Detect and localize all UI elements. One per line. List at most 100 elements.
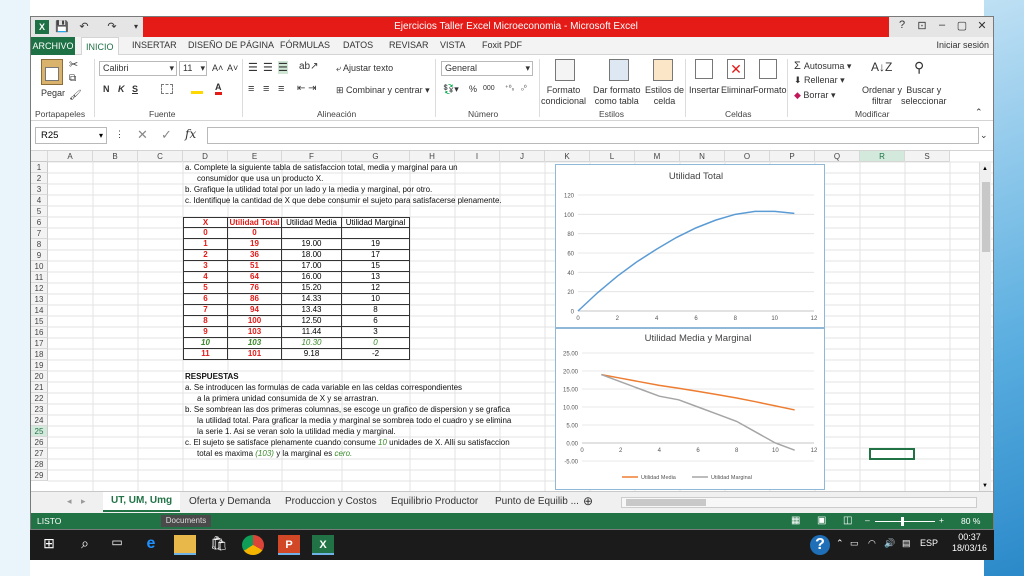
align-middle-icon[interactable]: ☰ [263, 61, 273, 74]
format-as-table-button[interactable]: Dar formato como tabla [593, 85, 641, 107]
clear-button[interactable]: ◆ Borrar ▾ [794, 90, 835, 101]
format-cells-button[interactable]: Formato [753, 85, 787, 95]
decrease-decimal-icon[interactable]: ₀⁰ [521, 84, 527, 92]
font-color-icon[interactable]: A [215, 82, 222, 95]
percent-button[interactable]: % [469, 84, 477, 94]
file-explorer-icon[interactable] [174, 535, 196, 555]
sheet-tab[interactable]: Oferta y Demanda [189, 496, 271, 507]
wrap-text-button[interactable]: ⤶ Ajustar texto [336, 63, 393, 74]
fill-button[interactable]: ⬇ Rellenar ▾ [794, 75, 845, 86]
volume-icon[interactable]: 🔊 [884, 538, 895, 549]
binoculars-icon[interactable]: ⚲ [914, 59, 924, 76]
format-painter-icon[interactable]: 🖌 [69, 90, 82, 101]
borders-icon[interactable] [161, 84, 173, 94]
tab-foxit-pdf[interactable]: Foxit PDF [482, 40, 522, 50]
sheet-tab[interactable]: Equilibrio Productor [391, 496, 478, 507]
chrome-icon[interactable] [242, 535, 264, 555]
task-view-icon[interactable]: ▭ [106, 535, 128, 555]
page-break-view-icon[interactable]: ◫ [843, 515, 852, 526]
wifi-icon[interactable]: ◠ [868, 538, 876, 549]
sheet-nav-prev[interactable]: ◂ [67, 496, 72, 507]
new-sheet-button[interactable]: ⊕ [583, 494, 593, 508]
vertical-scrollbar[interactable]: ▲ ▼ [979, 162, 991, 491]
tab-view[interactable]: VISTA [440, 40, 465, 50]
format-cells-icon[interactable] [759, 59, 777, 79]
collapse-ribbon-icon[interactable]: ⌃ [975, 107, 983, 118]
sheet-nav-next[interactable]: ▸ [81, 496, 86, 507]
cell-styles-button[interactable]: Estilos de celda [645, 85, 684, 107]
zoom-slider[interactable] [875, 521, 935, 522]
zoom-out-button[interactable]: – [865, 515, 870, 525]
redo-icon[interactable]: ↷ [105, 20, 119, 34]
scroll-up-icon[interactable]: ▲ [982, 166, 988, 172]
save-icon[interactable]: 💾 [55, 20, 69, 34]
windows-start-icon[interactable]: ⊞ [38, 535, 60, 555]
currency-icon[interactable]: 💱▾ [443, 84, 459, 95]
font-size-select[interactable]: 11 ▾ [179, 61, 207, 76]
notification-icon[interactable]: ▤ [902, 538, 911, 549]
insert-function-icon[interactable]: fx [185, 127, 196, 141]
h-scroll-thumb[interactable] [626, 499, 706, 506]
maximize-button[interactable]: ▢ [953, 19, 971, 32]
clock[interactable]: 00:37 18/03/16 [952, 532, 987, 554]
paste-icon[interactable] [41, 59, 63, 85]
align-bottom-icon[interactable]: ☰ [278, 61, 288, 74]
zoom-slider-thumb[interactable] [901, 517, 904, 526]
align-top-icon[interactable]: ☰ [248, 61, 258, 74]
tab-formulas[interactable]: FÓRMULAS [280, 40, 330, 50]
conditional-format-button[interactable]: Formato condicional [541, 85, 586, 107]
language-indicator[interactable]: ESP [920, 538, 938, 548]
tab-file[interactable]: ARCHIVO [31, 37, 75, 55]
tab-home[interactable]: INICIO [81, 37, 119, 56]
sheet-tab[interactable]: Produccion y Costos [285, 496, 377, 507]
sort-filter-button[interactable]: Ordenar y filtrar [862, 85, 902, 107]
align-left-icon[interactable]: ≡ [248, 83, 254, 95]
cancel-icon[interactable]: ✕ [137, 127, 148, 143]
bold-button[interactable]: N [103, 84, 110, 94]
edge-icon[interactable]: e [140, 535, 162, 555]
minimize-button[interactable]: – [933, 19, 951, 31]
worksheet-grid[interactable]: ABCDEFGHIJKLMNOPQRS 1 2 3 4 5 6 7 8 9 10 11 12 13 14 1… [31, 151, 993, 491]
tray-chevron-icon[interactable]: ⌃ [836, 538, 844, 549]
underline-button[interactable]: S [132, 84, 138, 94]
paste-button[interactable]: Pegar [41, 88, 65, 98]
utilidad-total-chart[interactable]: Utilidad Total 0 20 40 60 80 100 120 0 2 4 6 8 10 12 [555, 164, 825, 328]
excel-taskbar-icon[interactable]: X [312, 535, 334, 555]
increase-decimal-icon[interactable]: ⁺⁰₀ [505, 84, 514, 92]
customize-qat-icon[interactable]: ▾ [129, 20, 143, 34]
network-icon[interactable]: ▭ [850, 538, 859, 549]
find-select-button[interactable]: Buscar y seleccionar [901, 85, 947, 107]
align-center-icon[interactable]: ≡ [263, 83, 269, 95]
merge-center-button[interactable]: ⊞ Combinar y centrar ▾ [336, 85, 430, 96]
number-format-select[interactable]: General ▾ [441, 61, 533, 76]
indent-icons[interactable]: ⇤ ⇥ [297, 83, 317, 94]
tab-data[interactable]: DATOS [343, 40, 373, 50]
orientation-icon[interactable]: ab↗ [299, 61, 319, 72]
close-button[interactable]: ✕ [973, 19, 991, 32]
scroll-thumb[interactable] [982, 182, 990, 252]
copy-icon[interactable]: ⧉ [69, 73, 76, 84]
tab-review[interactable]: REVISAR [389, 40, 429, 50]
format-as-table-icon[interactable] [609, 59, 629, 81]
name-box[interactable]: R25 ▾ [35, 127, 107, 144]
normal-view-icon[interactable]: ▦ [791, 515, 800, 526]
insert-cells-icon[interactable] [695, 59, 713, 79]
help-tray-icon[interactable]: ? [810, 535, 830, 555]
ribbon-display-button[interactable]: ⊡ [913, 19, 931, 32]
utilidad-media-marginal-chart[interactable]: Utilidad Media y Marginal -5.00 0.00 5.00 10… [555, 328, 825, 490]
powerpoint-icon[interactable]: P [278, 535, 300, 555]
grow-font-button[interactable]: A˄ [212, 63, 223, 73]
formula-input[interactable] [207, 127, 979, 144]
page-layout-view-icon[interactable]: ▣ [817, 515, 826, 526]
tab-insert[interactable]: INSERTAR [132, 40, 177, 50]
selected-cell[interactable] [869, 448, 915, 460]
zoom-in-button[interactable]: + [939, 515, 944, 525]
fill-color-icon[interactable] [191, 84, 203, 94]
insert-cells-button[interactable]: Insertar [689, 85, 720, 95]
autosum-button[interactable]: Σ Autosuma ▾ [794, 60, 851, 72]
excel-app-icon[interactable]: X [35, 20, 49, 34]
horizontal-scrollbar[interactable] [621, 497, 977, 508]
delete-cells-icon[interactable]: ✕ [727, 59, 745, 79]
help-button[interactable]: ? [893, 19, 911, 31]
sheet-tab[interactable]: Punto de Equilib ... [495, 496, 579, 507]
